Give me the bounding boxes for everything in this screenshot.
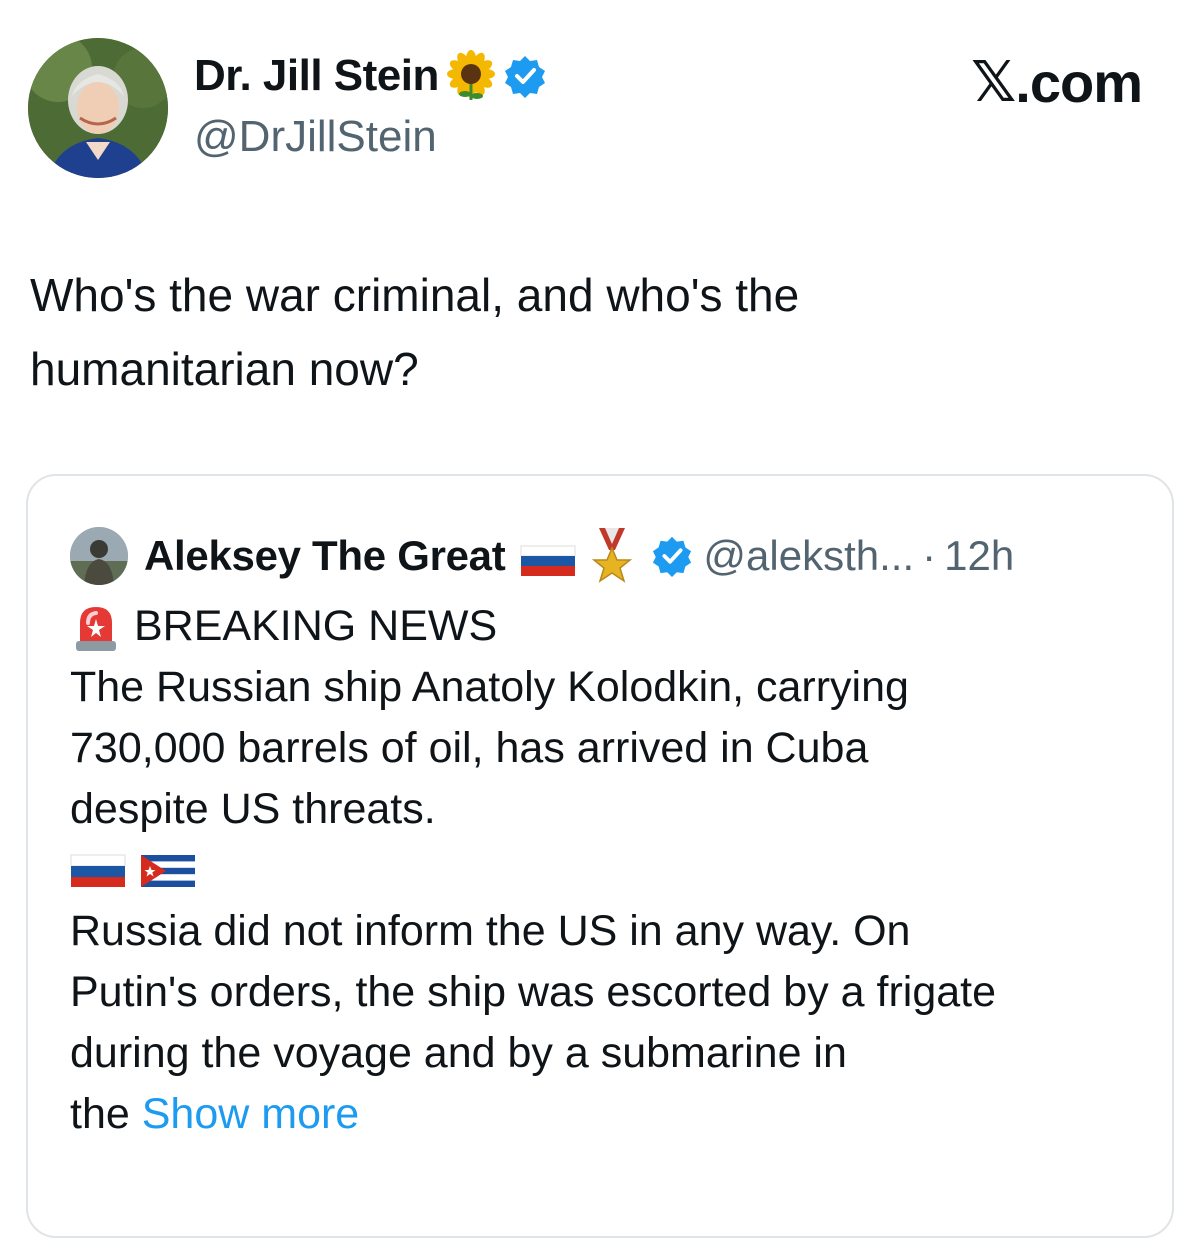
rotating-light-icon: [76, 606, 116, 651]
separator-dot: ·: [922, 532, 937, 579]
tweet-text: Who's the war criminal, and who's the hu…: [30, 269, 800, 395]
verified-badge-icon: [504, 56, 545, 98]
text-line: Putin's orders, the ship was escorted by…: [70, 968, 997, 1016]
cuba-flag-icon: [141, 854, 195, 887]
breaking-line: BREAKING NEWS: [70, 596, 1160, 657]
quoted-tweet-card[interactable]: Aleksey The Great @aleksth... · 12h BREA…: [26, 474, 1174, 1238]
quoted-author-avatar-image: [70, 527, 128, 585]
russia-flag-icon: [520, 545, 576, 576]
military-medal-icon: [592, 528, 633, 583]
text-line: Russia did not inform the US in any way.…: [70, 907, 911, 955]
quoted-tweet-header: Aleksey The Great @aleksth... · 12h: [70, 526, 1014, 586]
brand-domain: .com: [1015, 51, 1143, 114]
author-handle[interactable]: @DrJillStein: [194, 112, 437, 162]
author-name: Dr. Jill Stein: [194, 51, 439, 100]
author-avatar[interactable]: [28, 38, 168, 178]
russia-flag-icon: [70, 854, 126, 887]
x-logo-icon: 𝕏: [971, 50, 1016, 115]
author-name-row[interactable]: Dr. Jill Stein: [194, 50, 547, 102]
quoted-author-avatar[interactable]: [70, 527, 128, 585]
text-line: The Russian ship Anatoly Kolodkin, carry…: [70, 663, 909, 711]
flags-line: [70, 840, 1160, 901]
text-line: during the voyage and by a submarine in: [70, 1029, 847, 1077]
text-line: despite US threats.: [70, 785, 436, 833]
text-line: 730,000 barrels of oil, has arrived in C…: [70, 724, 869, 772]
text-fragment: the: [70, 1090, 130, 1138]
breaking-news-label: BREAKING NEWS: [134, 602, 498, 650]
sunflower-icon: [446, 50, 495, 100]
x-com-brand: 𝕏 .com: [971, 50, 1143, 115]
quoted-author-handle[interactable]: @aleksth...: [703, 532, 914, 580]
quoted-tweet-time[interactable]: 12h: [944, 532, 1014, 580]
quoted-author-name[interactable]: Aleksey The Great: [144, 532, 506, 580]
show-more-link[interactable]: Show more: [142, 1084, 359, 1145]
text-line-last: the Show more: [70, 1084, 1160, 1145]
quoted-tweet-body: BREAKING NEWS The Russian ship Anatoly K…: [70, 596, 1160, 1145]
author-avatar-image: [28, 38, 168, 178]
verified-badge-icon: [653, 536, 692, 577]
